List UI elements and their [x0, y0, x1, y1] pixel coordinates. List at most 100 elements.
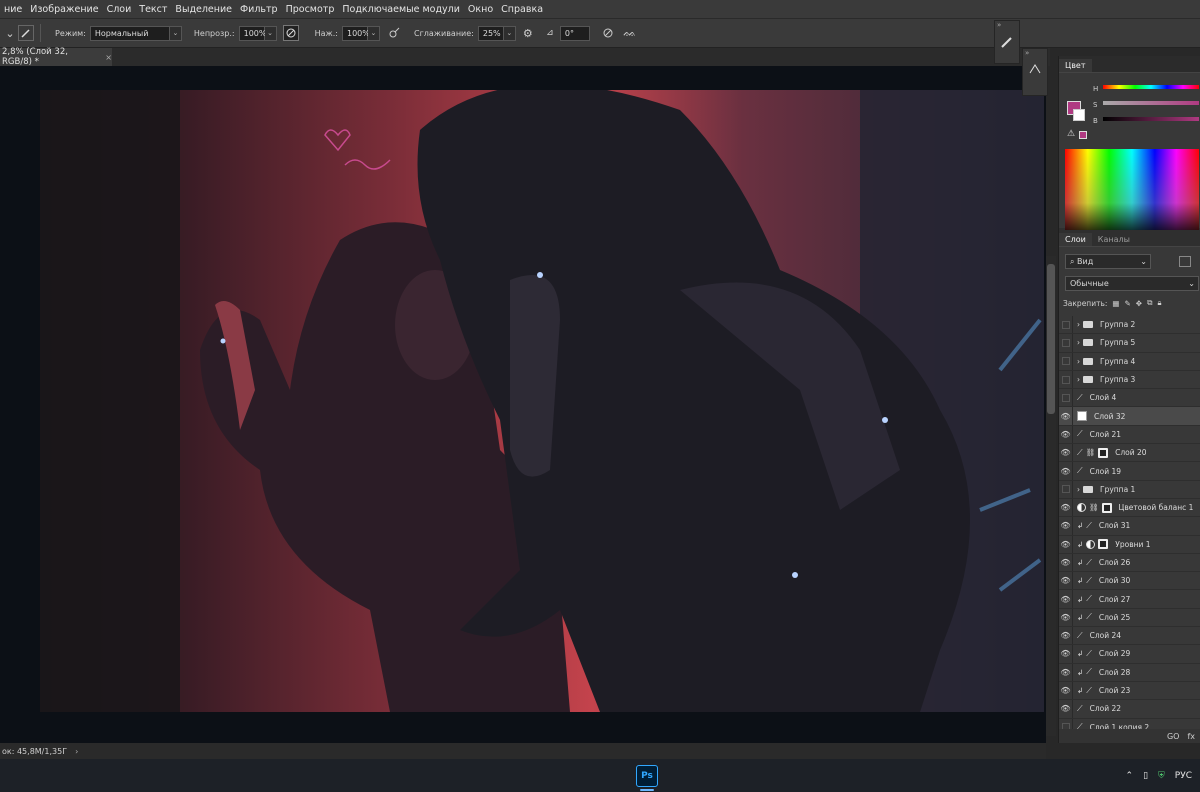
eye-icon[interactable]: 👁︎ [1059, 645, 1073, 663]
saturation-slider[interactable] [1103, 101, 1199, 105]
mode-select[interactable]: Нормальный [89, 25, 170, 41]
image-filter-icon[interactable] [1179, 256, 1191, 267]
layer-row[interactable]: › Группа 1 [1059, 480, 1200, 499]
smoothing-field[interactable]: 25% [477, 25, 504, 41]
menu-item-edit[interactable]: ние [0, 4, 26, 15]
lock-position-icon[interactable]: ✥ [1136, 299, 1142, 308]
layer-row[interactable]: 👁︎ ↲ ⟋ Слой 25 [1059, 608, 1200, 628]
layer-row[interactable]: 👁︎ ↲ ⟋ Слой 31 [1059, 517, 1200, 536]
shield-icon[interactable]: ⛨ [1158, 771, 1165, 781]
menu-item-window[interactable]: Окно [464, 4, 497, 15]
background-color-swatch[interactable] [1073, 109, 1085, 121]
chevron-down-icon[interactable]: ⌄ [503, 25, 516, 41]
layer-row[interactable]: 👁︎ ⟋ Слой 24 [1059, 627, 1200, 646]
chevron-down-icon[interactable]: ⌄ [367, 25, 380, 41]
menu-item-filter[interactable]: Фильтр [236, 4, 282, 15]
layer-row[interactable]: 👁︎ ↲ ⟋ Слой 26 [1059, 553, 1200, 573]
visibility-toggle[interactable] [1059, 316, 1073, 334]
pressure-opacity-icon[interactable] [282, 25, 299, 41]
layer-row[interactable]: 👁︎ ⛓ Цветовой баланс 1 [1059, 498, 1200, 518]
eye-icon[interactable]: 👁︎ [1059, 700, 1073, 718]
chevron-down-icon[interactable]: ⌄ [169, 25, 182, 41]
layer-row[interactable]: › Группа 4 [1059, 352, 1200, 371]
layer-row[interactable]: 👁︎ ↲ ⟋ Слой 29 [1059, 645, 1200, 664]
tab-color[interactable]: Цвет [1059, 59, 1092, 72]
angle-field[interactable]: 0° [559, 25, 590, 41]
chevron-down-icon[interactable]: ⌄ [264, 25, 277, 41]
layer-row[interactable]: 👁︎ ↲ ⟋ Слой 28 [1059, 663, 1200, 682]
eye-icon[interactable]: 👁︎ [1059, 462, 1073, 480]
tray-chevron-icon[interactable]: ⌃ [1126, 771, 1134, 781]
menu-item-image[interactable]: Изображение [26, 4, 102, 15]
eye-icon[interactable]: 👁︎ [1059, 498, 1073, 517]
lock-all-icon[interactable]: 🔒︎ [1157, 298, 1161, 308]
color-spectrum[interactable] [1065, 149, 1199, 239]
tab-layers[interactable]: Слои [1059, 233, 1092, 246]
menu-item-type[interactable]: Текст [135, 4, 171, 15]
close-icon[interactable]: × [105, 53, 112, 62]
eye-icon[interactable]: 👁︎ [1059, 608, 1073, 627]
layer-row[interactable]: ⟋ Слой 4 [1059, 389, 1200, 408]
airbrush-icon[interactable] [386, 25, 402, 41]
menu-item-help[interactable]: Справка [497, 4, 547, 15]
layer-row[interactable]: › Группа 3 [1059, 370, 1200, 390]
link-layers-icon[interactable]: GO [1167, 732, 1180, 741]
eye-icon[interactable]: 👁︎ [1059, 681, 1073, 700]
layer-row[interactable]: › Группа 2 [1059, 316, 1200, 335]
visibility-toggle[interactable] [1059, 480, 1073, 498]
artwork-canvas[interactable] [40, 90, 1044, 712]
canvas-workspace[interactable] [0, 66, 1046, 743]
menu-item-plugins[interactable]: Подключаемые модули [338, 4, 464, 15]
eye-icon[interactable]: 👁︎ [1059, 572, 1073, 590]
layers-scrollbar[interactable] [1046, 256, 1056, 736]
tab-channels[interactable]: Каналы [1092, 233, 1136, 246]
lock-transparency-icon[interactable]: ▦ [1112, 299, 1119, 308]
layer-row[interactable]: 👁︎ ⟋ Слой 21 [1059, 425, 1200, 445]
photoshop-app-icon[interactable]: Ps [636, 765, 658, 787]
lock-artboard-icon[interactable]: ⧉ [1147, 298, 1152, 308]
path-icon[interactable] [1028, 63, 1047, 78]
eye-icon[interactable]: 👁︎ [1059, 444, 1073, 462]
lock-paint-icon[interactable]: ✎ [1125, 299, 1131, 308]
layer-row[interactable]: 👁︎ ↲ ⟋ Слой 30 [1059, 572, 1200, 591]
scrollbar-thumb[interactable] [1047, 264, 1055, 414]
flow-field[interactable]: 100% [341, 25, 370, 41]
layer-row[interactable]: 👁︎ ↲ Уровни 1 [1059, 535, 1200, 554]
butterfly-icon[interactable]: ᨐ [622, 25, 638, 41]
menu-item-select[interactable]: Выделение [171, 4, 236, 15]
pressure-size-icon[interactable] [600, 25, 616, 41]
layer-row[interactable]: 👁︎ ⟋ ⛓ Слой 20 [1059, 444, 1200, 463]
layer-row[interactable]: 👁︎ ⟋ Слой 22 [1059, 700, 1200, 719]
expand-arrows-icon[interactable]: » [1023, 49, 1047, 57]
opacity-field[interactable]: 100% [238, 25, 266, 41]
hue-slider[interactable] [1103, 85, 1199, 89]
layer-row[interactable]: 👁︎ Слой 32 [1059, 407, 1200, 426]
eye-icon[interactable]: 👁︎ [1059, 425, 1073, 444]
visibility-toggle[interactable] [1059, 334, 1073, 352]
brush-preset-icon[interactable] [18, 25, 34, 41]
status-menu-arrow[interactable]: › [75, 747, 78, 756]
document-tab[interactable]: 2,8% (Слой 32, RGB/8) * × [0, 47, 112, 67]
eye-icon[interactable]: 👁︎ [1059, 407, 1073, 425]
eye-icon[interactable]: 👁︎ [1059, 553, 1073, 572]
eye-icon[interactable]: 👁︎ [1059, 517, 1073, 535]
chevron-down-icon[interactable]: ⌄ [2, 25, 18, 41]
eye-icon[interactable]: 👁︎ [1059, 590, 1073, 608]
visibility-toggle[interactable] [1059, 352, 1073, 370]
gear-icon[interactable]: ⚙ [520, 25, 536, 41]
fx-icon[interactable]: fx [1187, 732, 1195, 741]
menu-item-view[interactable]: Просмотр [282, 4, 339, 15]
language-indicator[interactable]: РУС [1175, 771, 1192, 781]
layer-row[interactable]: 👁︎ ⟋ Слой 19 [1059, 462, 1200, 481]
brightness-slider[interactable] [1103, 117, 1199, 121]
brush-settings-icon[interactable] [1000, 35, 1019, 52]
menu-item-layers[interactable]: Слои [103, 4, 136, 15]
visibility-toggle[interactable] [1059, 370, 1073, 389]
eye-icon[interactable]: 👁︎ [1059, 663, 1073, 681]
expand-arrows-icon[interactable]: » [995, 21, 1019, 29]
gamut-swatch[interactable] [1079, 131, 1087, 139]
eye-icon[interactable]: 👁︎ [1059, 627, 1073, 645]
usb-icon[interactable]: ▯ [1143, 771, 1148, 781]
layer-row[interactable]: › Группа 5 [1059, 334, 1200, 353]
layer-row[interactable]: 👁︎ ↲ ⟋ Слой 27 [1059, 590, 1200, 609]
